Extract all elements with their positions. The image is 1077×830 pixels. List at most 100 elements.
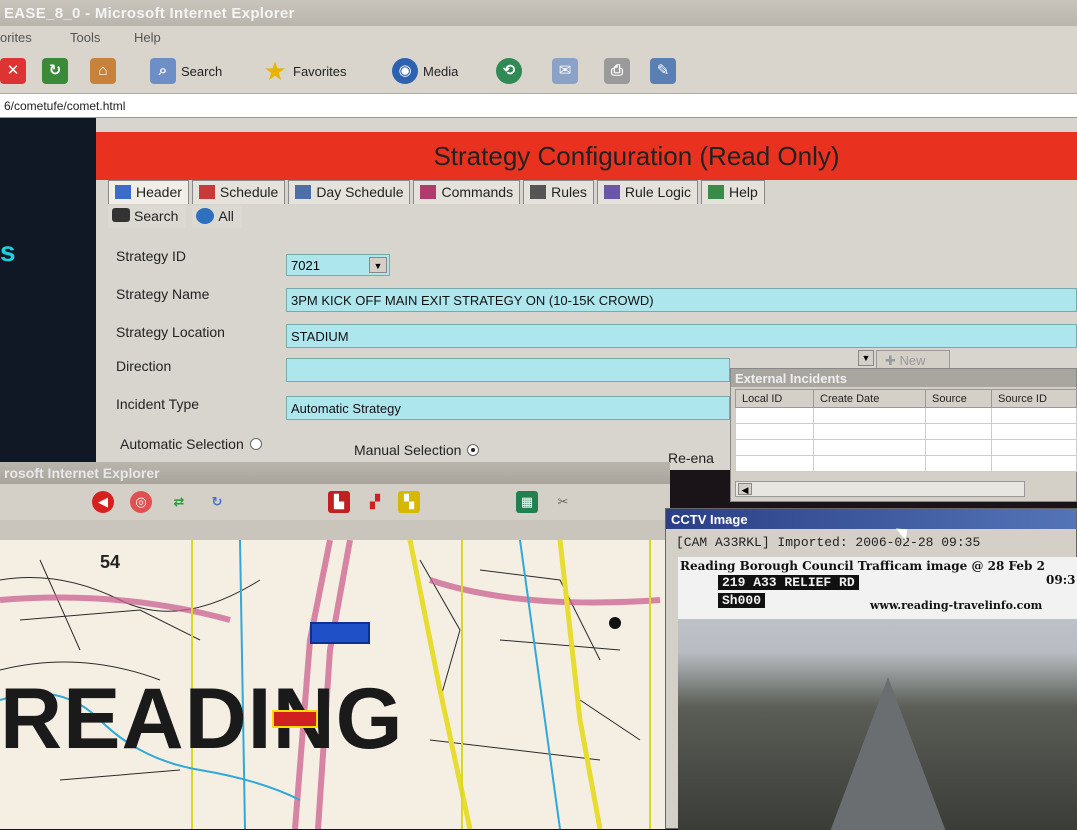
header-icon	[115, 185, 131, 199]
external-incidents-table: Local ID Create Date Source Source ID	[735, 389, 1077, 472]
commands-icon	[420, 185, 437, 199]
subtab-label: Search	[134, 208, 179, 224]
direction-label: Direction	[116, 358, 172, 374]
map-place-label: READING	[0, 671, 404, 767]
signal-marker[interactable]	[272, 710, 318, 728]
star-icon: ★	[263, 56, 287, 86]
road-shape	[828, 677, 948, 830]
chevron-down-icon[interactable]: ▼	[858, 350, 874, 366]
media-label: Media	[423, 63, 459, 79]
vms-icon[interactable]: ▚	[398, 491, 420, 513]
re-enable-label: Re-ena	[668, 450, 714, 466]
refresh-button[interactable]: ↻	[42, 56, 73, 86]
tab-label: Commands	[441, 184, 514, 200]
tool-icon[interactable]: ✂	[552, 491, 574, 513]
signal-icon[interactable]: ▞	[364, 491, 386, 513]
camera-marker[interactable]	[310, 622, 370, 644]
browser-toolbar: ✕ ↻ ⌂ ⌕ Search ★ Favorites ◉ Media ⟲ ✉ ⎙ ✎	[0, 48, 1077, 94]
tab-rules[interactable]: Rules	[523, 180, 594, 204]
subtab-bar: Search All	[108, 206, 248, 228]
favorites-label: Favorites	[293, 63, 347, 79]
history-icon: ⟲	[496, 58, 522, 84]
subtab-label: All	[218, 208, 234, 224]
menu-favorites[interactable]: orites	[0, 30, 32, 45]
cctv-time: 09:3	[1046, 573, 1076, 587]
layers-icon[interactable]: ◎	[130, 491, 152, 513]
tab-label: Schedule	[219, 184, 279, 200]
tab-commands[interactable]: Commands	[413, 180, 521, 204]
subtab-search[interactable]: Search	[108, 206, 187, 228]
map-toolbar: ◀ ◎ ⇄ ↻ ▙ ▞ ▚ ▦ ✂	[0, 484, 670, 520]
mail-icon: ✉	[552, 58, 578, 84]
tab-day-schedule[interactable]: Day Schedule	[288, 180, 411, 204]
strategy-location-label: Strategy Location	[116, 324, 225, 340]
refresh-icon[interactable]: ↻	[206, 491, 228, 513]
home-icon: ⌂	[90, 58, 116, 84]
manual-selection-radio[interactable]	[467, 444, 480, 456]
sidebar-letter: s	[0, 236, 16, 267]
column-header[interactable]: Source	[925, 389, 992, 408]
media-button[interactable]: ◉ Media	[392, 56, 458, 86]
cctv-title: CCTV Image	[666, 509, 1076, 529]
page-title: Strategy Configuration (Read Only)	[96, 132, 1077, 180]
tab-schedule[interactable]: Schedule	[191, 180, 286, 204]
address-bar[interactable]: 6/cometufe/comet.html	[0, 94, 1077, 118]
strategy-id-select[interactable]: 7021 ▼	[286, 254, 390, 276]
menu-tools[interactable]: Tools	[70, 30, 100, 45]
direction-field[interactable]	[286, 358, 730, 382]
new-button[interactable]: ✚ New	[876, 350, 950, 370]
print-button[interactable]: ⎙	[604, 56, 635, 86]
table-row	[735, 455, 1077, 472]
cam-red-icon[interactable]: ▙	[328, 491, 350, 513]
incident-type-field[interactable]: Automatic Strategy	[286, 396, 730, 420]
tab-help[interactable]: Help	[701, 180, 765, 204]
cctv-image: Reading Borough Council Trafficam image …	[678, 557, 1077, 830]
back-icon[interactable]: ◀	[92, 491, 114, 513]
column-header[interactable]: Source ID	[991, 389, 1077, 408]
subtab-all[interactable]: All	[192, 206, 242, 228]
favorites-button[interactable]: ★ Favorites	[262, 56, 346, 86]
tab-label: Help	[729, 184, 758, 200]
mail-button[interactable]: ✉	[552, 56, 583, 86]
menu-help[interactable]: Help	[134, 30, 161, 45]
external-incidents-title: External Incidents	[731, 369, 1076, 387]
column-header[interactable]: Local ID	[735, 389, 814, 408]
table-row	[735, 439, 1077, 456]
cctv-road-overlay: 219 A33 RELIEF RD	[718, 575, 859, 590]
stop-icon: ✕	[0, 58, 26, 84]
scroll-left-icon[interactable]: ◀	[738, 483, 752, 495]
pan-icon[interactable]: ⇄	[168, 491, 190, 513]
automatic-selection-radio[interactable]	[249, 438, 262, 450]
cctv-window: CCTV Image [CAM A33RKL] Imported: 2006-0…	[665, 508, 1077, 830]
incident-type-label: Incident Type	[116, 396, 200, 412]
automatic-selection-label: Automatic Selection	[120, 436, 244, 452]
horizontal-scrollbar[interactable]: ◀	[735, 481, 1025, 497]
globe-icon	[196, 208, 215, 224]
strategy-name-field[interactable]: 3PM KICK OFF MAIN EXIT STRATEGY ON (10-1…	[286, 288, 1077, 312]
tab-rule-logic[interactable]: Rule Logic	[596, 180, 699, 204]
search-button[interactable]: ⌕ Search	[150, 56, 222, 86]
grid-icon[interactable]: ▦	[516, 491, 538, 513]
home-button[interactable]: ⌂	[90, 56, 121, 86]
manual-selection-label: Manual Selection	[354, 442, 462, 458]
left-sidebar-strip: s	[0, 118, 96, 470]
map-view[interactable]: 54 READING	[0, 540, 670, 829]
window-title: rosoft Internet Explorer	[0, 462, 670, 484]
tab-label: Header	[136, 184, 182, 200]
history-button[interactable]: ⟲	[496, 56, 527, 86]
manual-selection-option[interactable]: Manual Selection	[354, 442, 480, 458]
cctv-url: www.reading-travelinfo.com	[870, 599, 1043, 612]
column-header[interactable]: Create Date	[813, 389, 926, 408]
tab-bar: Header Schedule Day Schedule Commands Ru…	[108, 180, 768, 204]
rule-logic-icon	[603, 185, 620, 199]
search-icon: ⌕	[150, 58, 176, 84]
edit-button[interactable]: ✎	[650, 56, 681, 86]
chevron-down-icon[interactable]: ▼	[369, 257, 387, 273]
strategy-location-field[interactable]: STADIUM	[286, 324, 1077, 348]
tab-label: Day Schedule	[316, 184, 404, 200]
automatic-selection-option[interactable]: Automatic Selection	[120, 436, 262, 452]
tab-header[interactable]: Header	[108, 180, 189, 204]
stop-button[interactable]: ✕	[0, 56, 31, 86]
binoculars-icon	[112, 208, 130, 222]
day-schedule-icon	[295, 185, 312, 199]
